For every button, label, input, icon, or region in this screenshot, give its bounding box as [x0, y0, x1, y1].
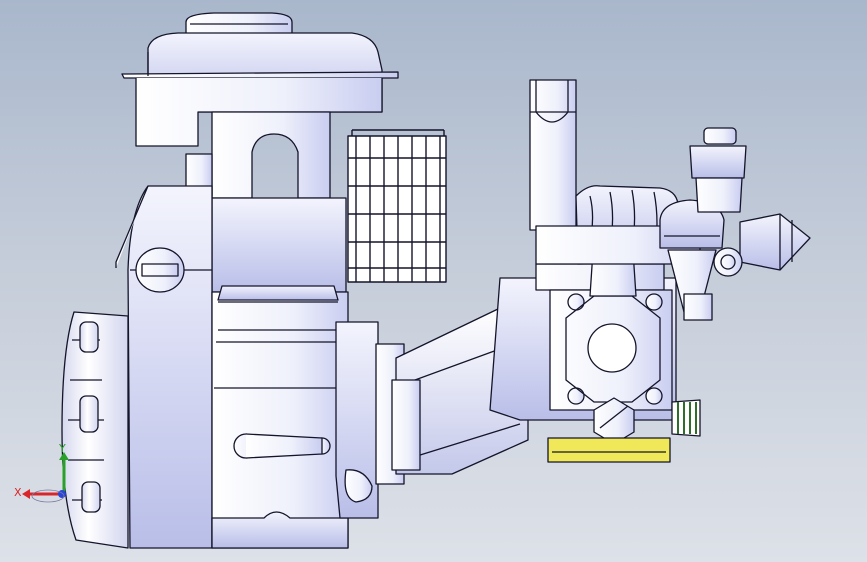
engine-pump-assembly-model[interactable]	[0, 0, 867, 562]
flywheel-cover	[115, 185, 213, 549]
handle-bracket	[529, 79, 577, 231]
coordinate-triad: X Y	[14, 442, 69, 503]
y-axis-label: Y	[58, 442, 66, 455]
cad-graphics-viewport[interactable]: X Y	[0, 0, 867, 562]
carburetor-body	[211, 285, 349, 549]
outlet-nozzle	[739, 213, 811, 271]
pump-mount-bracket	[547, 437, 671, 463]
x-axis-label: X	[14, 486, 22, 499]
choke-knob	[135, 247, 185, 293]
unloader-valve-cap	[689, 127, 747, 213]
pump-body	[489, 263, 677, 421]
air-filter-cage	[347, 129, 447, 283]
threaded-outlet	[671, 399, 701, 437]
fuel-tank-cap	[185, 12, 293, 35]
